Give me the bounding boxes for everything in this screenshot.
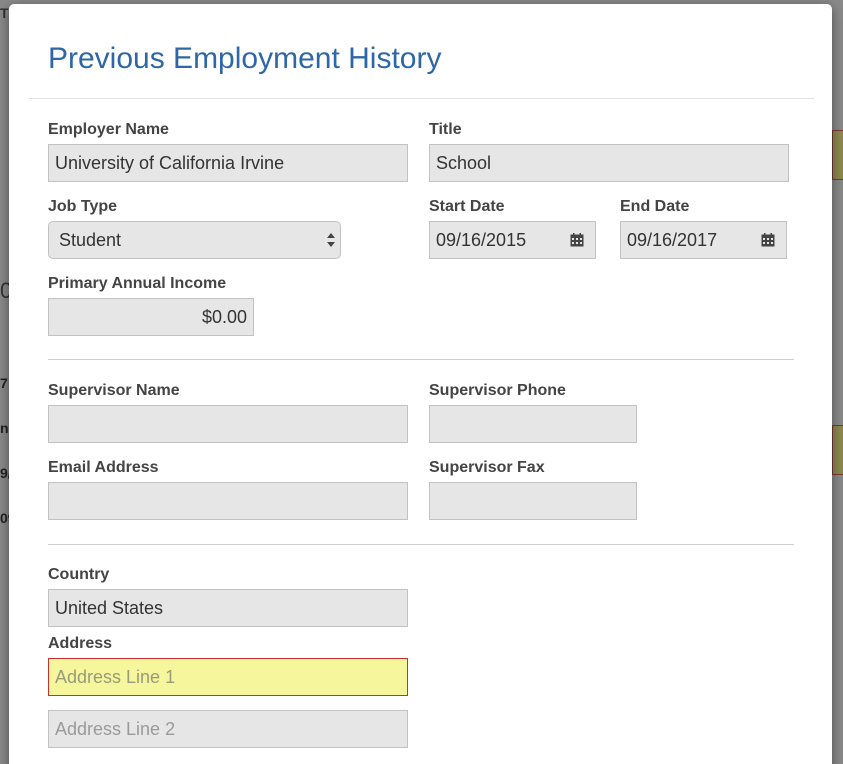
supervisor-fax-field[interactable] <box>429 482 637 520</box>
background-field <box>832 425 843 475</box>
title-field[interactable]: School <box>429 144 789 182</box>
address-label: Address <box>48 635 113 652</box>
section-divider <box>48 544 794 545</box>
start-date-field[interactable]: 09/16/2015 <box>429 221 596 259</box>
address-line-2-input[interactable]: Address Line 2 <box>48 710 408 748</box>
end-date-label: End Date <box>620 198 690 215</box>
email-address-label: Email Address <box>48 459 159 476</box>
supervisor-phone-label: Supervisor Phone <box>429 382 566 399</box>
background-text-fragment: 7 <box>0 375 8 391</box>
employer-name-label: Employer Name <box>48 121 169 138</box>
supervisor-fax-label: Supervisor Fax <box>429 459 545 476</box>
select-arrows-icon <box>327 233 335 247</box>
employment-history-modal: Previous Employment History Employer Nam… <box>9 4 832 764</box>
section-divider <box>48 359 794 360</box>
employer-name-field[interactable]: University of California Irvine <box>48 144 408 182</box>
end-date-field[interactable]: 09/16/2017 <box>620 221 787 259</box>
supervisor-name-field[interactable] <box>48 405 408 443</box>
calendar-icon[interactable] <box>570 233 584 247</box>
calendar-icon[interactable] <box>761 233 775 247</box>
email-address-field[interactable] <box>48 482 408 520</box>
job-type-label: Job Type <box>48 198 118 215</box>
address-line-1-input[interactable]: Address Line 1 <box>48 658 408 696</box>
end-date-value: 09/16/2017 <box>627 230 718 250</box>
modal-title: Previous Employment History <box>48 42 442 75</box>
country-field[interactable]: United States <box>48 589 408 627</box>
primary-annual-income-label: Primary Annual Income <box>48 275 227 292</box>
background-field <box>832 130 843 180</box>
supervisor-phone-field[interactable] <box>429 405 637 443</box>
header-divider <box>29 98 814 99</box>
title-label: Title <box>429 121 462 138</box>
job-type-value: Student <box>59 230 122 250</box>
supervisor-name-label: Supervisor Name <box>48 382 180 399</box>
start-date-value: 09/16/2015 <box>436 230 527 250</box>
country-label: Country <box>48 566 110 583</box>
start-date-label: Start Date <box>429 198 505 215</box>
job-type-select[interactable]: Student <box>48 221 341 259</box>
primary-annual-income-field[interactable]: $0.00 <box>48 298 254 336</box>
